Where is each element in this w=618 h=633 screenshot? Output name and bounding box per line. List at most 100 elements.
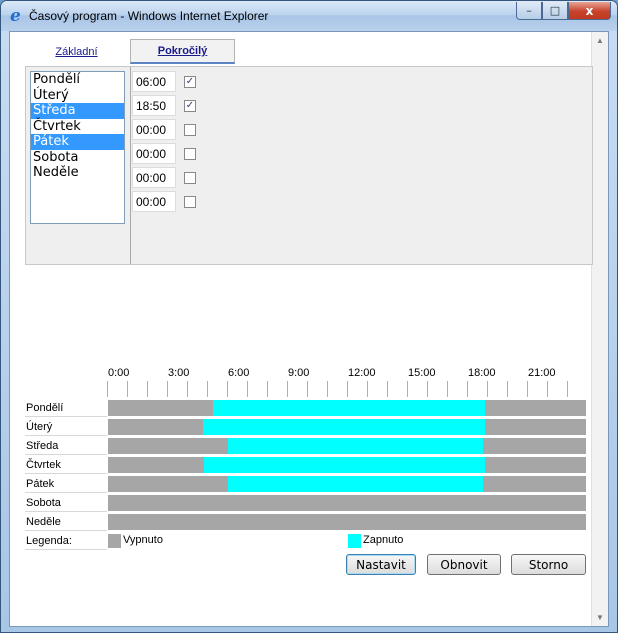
hour-tick [567,381,587,397]
hour-label: 21:00 [528,367,556,379]
hour-tick [167,381,187,397]
time-enable-checkbox[interactable]: ✓ [184,76,196,88]
hour-tick [247,381,267,397]
hour-label: 0:00 [108,367,130,379]
on-bar[interactable] [212,400,485,416]
cancel-button[interactable]: Storno [511,554,586,575]
off-bar[interactable] [108,457,586,473]
legend-label: Legenda: [25,532,107,550]
schedule-row: Neděle [25,513,587,531]
on-bar[interactable] [204,457,485,473]
schedule-row: Středa [25,437,587,455]
hour-scale: 0:00 3:00 6:00 9:00 12:00 15:00 18:00 21:00 [107,365,587,399]
time-input[interactable]: 00:00 [132,191,176,212]
hour-tick [207,381,227,397]
minimize-button[interactable]: – [516,2,542,20]
off-bar[interactable] [108,438,586,454]
maximize-button[interactable]: □ [542,2,568,20]
advanced-panel: Pondělí Úterý Středa Čtvrtek Pátek Sobota Nedě… [25,66,593,265]
vertical-scrollbar[interactable]: ▲ ▼ [591,32,608,626]
hour-tick [147,381,167,397]
legend-on-text: Zapnuto [363,534,404,546]
day-option[interactable]: Čtvrtek [31,119,124,135]
row-day-label: Úterý [25,418,107,436]
hour-tick [367,381,387,397]
day-option[interactable]: Sobota [31,150,124,166]
legend-row: Legenda: Vypnuto Zapnuto [25,532,587,550]
hour-tick [127,381,147,397]
hour-label: 18:00 [468,367,496,379]
schedule-row: Sobota [25,494,587,512]
on-bar[interactable] [227,476,484,492]
hour-tick [347,381,367,397]
off-bar[interactable] [108,514,586,530]
hour-tick [387,381,407,397]
row-day-label: Středa [25,437,107,455]
on-bar[interactable] [202,419,485,435]
schedule-row: Pátek [25,475,587,493]
day-option[interactable]: Neděle [31,165,124,181]
on-bar[interactable] [227,438,484,454]
refresh-button[interactable]: Obnovit [427,554,501,575]
hour-tick [527,381,547,397]
hour-label: 3:00 [168,367,190,379]
hour-label: 15:00 [408,367,436,379]
window-controls: – □ x [516,2,611,20]
legend-on-swatch [348,534,361,548]
hour-tick [327,381,347,397]
row-day-label: Pondělí [25,399,107,417]
schedule-row: Pondělí [25,399,587,417]
time-enable-checkbox[interactable] [184,172,196,184]
legend-off-text: Vypnuto [123,534,163,546]
hour-tick [187,381,207,397]
hour-tick [107,381,127,397]
scroll-up-icon[interactable]: ▲ [596,36,604,45]
time-enable-checkbox[interactable] [184,148,196,160]
off-bar[interactable] [108,495,586,511]
tab-basic[interactable]: Základní [25,39,128,64]
panel-divider [130,67,131,264]
page-content: ▲ ▼ Základní Pokročilý Pondělí Úterý Střed… [9,31,609,627]
off-bar[interactable] [108,419,586,435]
off-bar[interactable] [108,476,586,492]
day-option[interactable]: Středa [31,103,124,119]
off-bar[interactable] [108,400,586,416]
day-option[interactable]: Úterý [31,88,124,104]
hour-tick [427,381,447,397]
tab-advanced[interactable]: Pokročilý [130,39,235,64]
schedule-row: Úterý [25,418,587,436]
time-enable-checkbox[interactable]: ✓ [184,100,196,112]
scroll-down-icon[interactable]: ▼ [596,613,604,622]
legend-off-swatch [108,534,121,548]
day-listbox[interactable]: Pondělí Úterý Středa Čtvrtek Pátek Sobota Nedě… [30,71,125,224]
ie-icon: e [10,6,21,26]
time-input[interactable]: 06:00 [132,71,176,92]
hour-label: 9:00 [288,367,310,379]
hour-tick [507,381,527,397]
hour-tick [407,381,427,397]
hour-tick [447,381,467,397]
hour-tick [547,381,567,397]
hour-label: 6:00 [228,367,250,379]
row-day-label: Sobota [25,494,107,512]
row-day-label: Čtvrtek [25,456,107,474]
time-input[interactable]: 18:50 [132,95,176,116]
window-title: Časový program - Windows Internet Explor… [29,9,269,23]
hour-tick [487,381,507,397]
close-button[interactable]: x [568,2,611,20]
schedule-row: Čtvrtek [25,456,587,474]
time-input[interactable]: 00:00 [132,143,176,164]
hour-tick [267,381,287,397]
ie-window: e Časový program - Windows Internet Expl… [0,0,618,633]
hour-label: 12:00 [348,367,376,379]
time-input[interactable]: 00:00 [132,167,176,188]
day-option[interactable]: Pondělí [31,72,124,88]
set-button[interactable]: Nastavit [346,554,416,575]
time-enable-checkbox[interactable] [184,124,196,136]
hour-tick [227,381,247,397]
day-option[interactable]: Pátek [31,134,124,150]
title-bar[interactable]: e Časový program - Windows Internet Expl… [1,1,617,31]
row-day-label: Pátek [25,475,107,493]
time-enable-checkbox[interactable] [184,196,196,208]
time-input[interactable]: 00:00 [132,119,176,140]
